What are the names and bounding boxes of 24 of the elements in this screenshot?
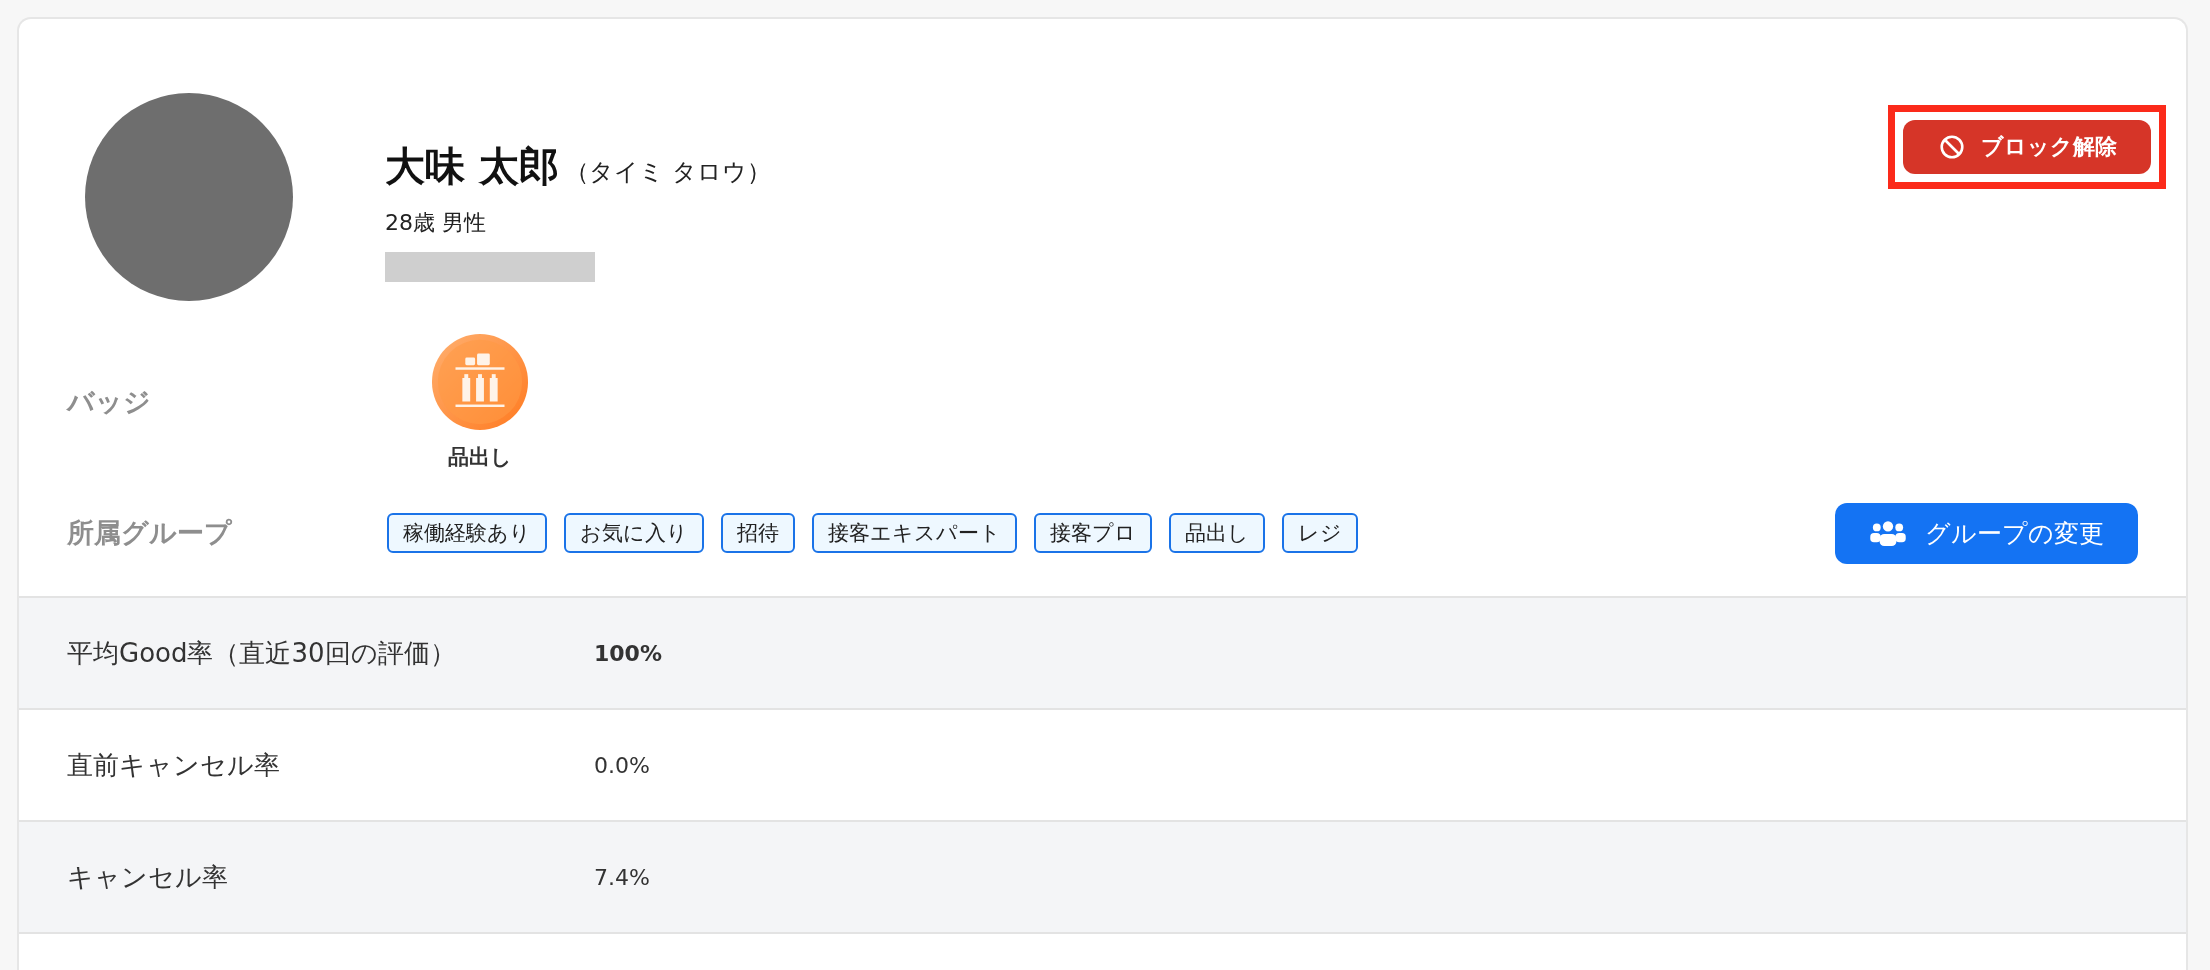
stat-value: 100% bbox=[594, 640, 662, 666]
stat-label: 平均Good率（直近30回の評価） bbox=[67, 636, 457, 670]
stat-value: 0.0% bbox=[594, 752, 650, 778]
stat-label: 直前キャンセル率 bbox=[67, 748, 281, 782]
shelf-badge-icon bbox=[431, 333, 529, 431]
group-tag: 接客プロ bbox=[1034, 513, 1152, 553]
user-name: 大味 太郎 bbox=[385, 142, 559, 191]
prohibited-icon bbox=[1939, 134, 1965, 160]
group-tag: お気に入り bbox=[564, 513, 704, 553]
people-icon bbox=[1869, 519, 1907, 547]
group-tag: レジ bbox=[1282, 513, 1358, 553]
group-tag: 稼働経験あり bbox=[387, 513, 547, 553]
age-gender: 28歳 男性 bbox=[385, 209, 487, 237]
unblock-button[interactable]: ブロック解除 bbox=[1903, 120, 2151, 174]
badge-label: 品出し bbox=[448, 444, 512, 471]
group-tag: 接客エキスパート bbox=[812, 513, 1017, 553]
stat-value: 7.4% bbox=[594, 864, 650, 890]
section-label: 所属グループ bbox=[67, 516, 233, 550]
user-kana: （タイミ タロウ） bbox=[564, 157, 771, 188]
group-tag: 品出し bbox=[1169, 513, 1265, 553]
change-group-button[interactable]: グループの変更 bbox=[1835, 502, 2138, 564]
stat-label: キャンセル率 bbox=[67, 860, 229, 894]
section-label: バッジ bbox=[67, 385, 152, 419]
group-tag: 招待 bbox=[721, 513, 795, 553]
